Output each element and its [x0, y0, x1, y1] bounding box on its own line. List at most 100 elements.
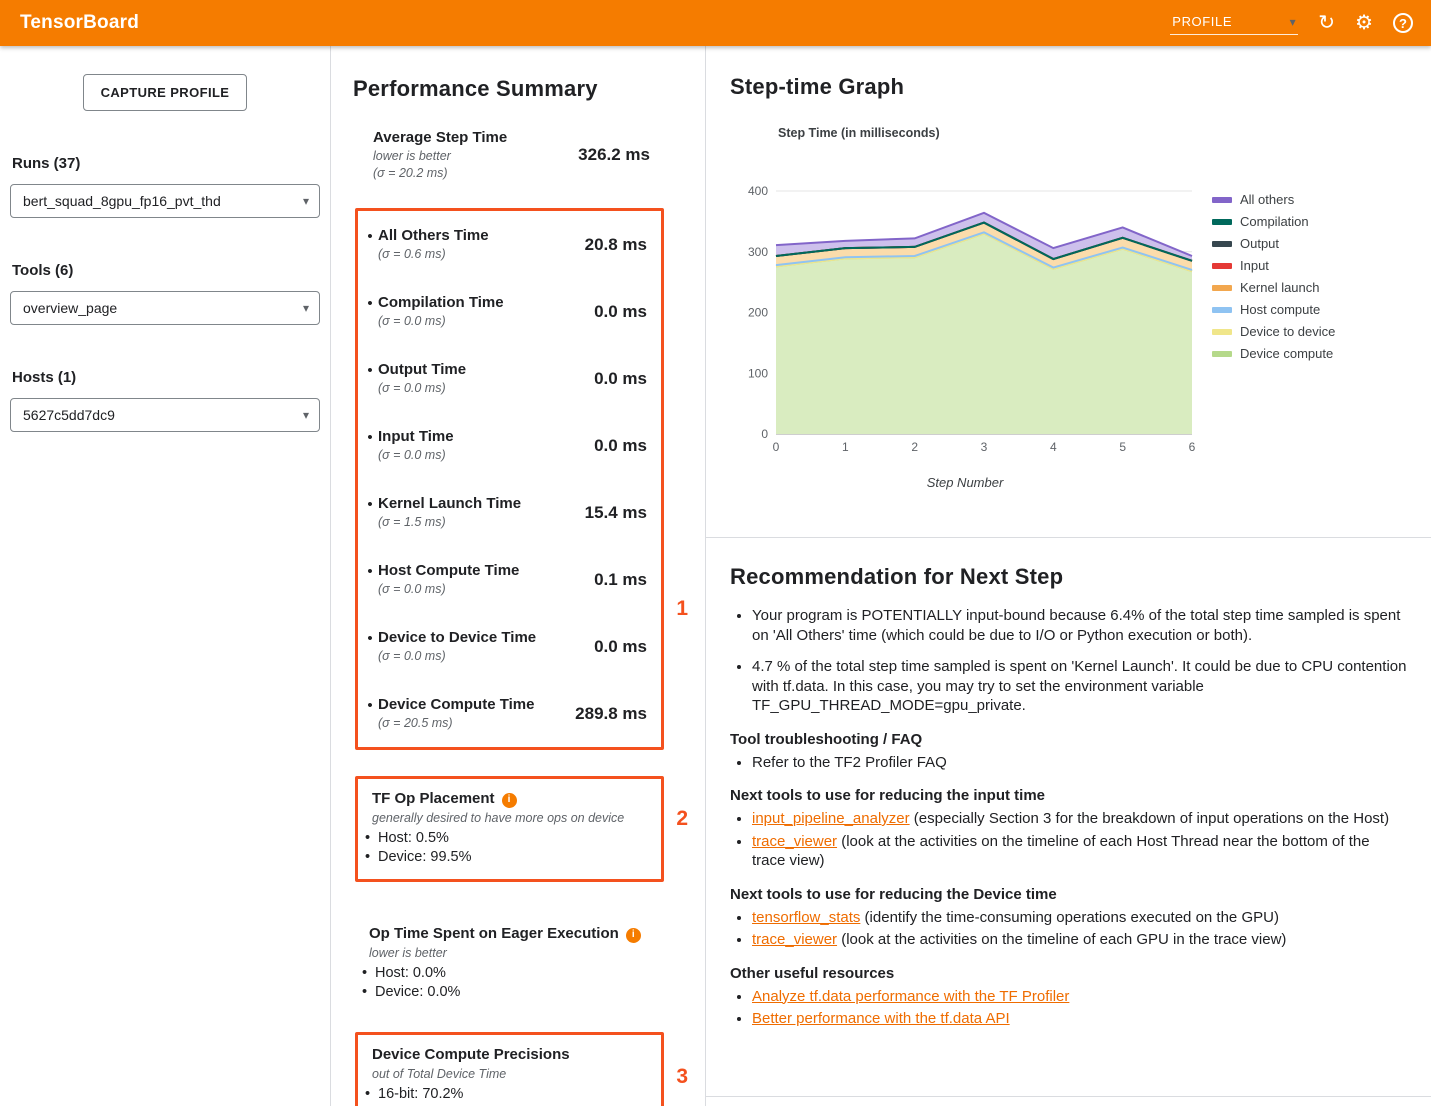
metric-sigma: (σ = 1.5 ms) [378, 514, 585, 531]
metric-value: 0.0 ms [594, 637, 647, 657]
recommendation-link[interactable]: trace_viewer [752, 931, 837, 948]
app-header: TensorBoard PROFILE ▾ ↻ ⚙ ? [0, 0, 1431, 46]
step-time-graph-title: Step-time Graph [730, 74, 1407, 100]
bullet-icon: • [362, 360, 378, 379]
performance-summary-title: Performance Summary [353, 76, 705, 102]
legend-swatch-icon [1212, 351, 1232, 357]
metric-sigma: (σ = 20.2 ms) [373, 165, 578, 182]
metric-row: •Device Compute Time(σ = 20.5 ms)289.8 m… [358, 680, 661, 747]
annotation-box-2: TF Op Placementi generally desired to ha… [355, 776, 664, 882]
recommendation-link[interactable]: Analyze tf.data performance with the TF … [752, 988, 1069, 1005]
hosts-dropdown[interactable]: 5627c5dd7dc9 ▾ [10, 398, 320, 432]
capture-profile-button[interactable]: CAPTURE PROFILE [83, 74, 248, 111]
metric-row: •Compilation Time(σ = 0.0 ms)0.0 ms [358, 278, 661, 345]
metric-row: •Kernel Launch Time(σ = 1.5 ms)15.4 ms [358, 479, 661, 546]
metric-value: 0.0 ms [594, 436, 647, 456]
block-title: Device Compute Precisions [362, 1045, 647, 1065]
legend-swatch-icon [1212, 329, 1232, 335]
recommendation-bullet: Analyze tf.data performance with the TF … [752, 987, 1407, 1007]
svg-text:300: 300 [748, 245, 768, 259]
step-time-graph-section: Step-time Graph Step Time (in millisecon… [706, 46, 1431, 538]
metric-sigma: (σ = 0.0 ms) [378, 648, 594, 665]
recommendation-list: Your program is POTENTIALLY input-bound … [730, 606, 1407, 716]
recommendation-bullet: Your program is POTENTIALLY input-bound … [752, 606, 1407, 645]
recommendation-link[interactable]: input_pipeline_analyzer [752, 810, 910, 827]
stat-item: Host: 0.5% [362, 829, 647, 848]
bullet-icon: • [362, 293, 378, 312]
legend-label: Kernel launch [1240, 280, 1320, 295]
stat-list: 16-bit: 70.2%32-bit: 29.8% [362, 1085, 647, 1106]
metric-row: •Host Compute Time(σ = 0.0 ms)0.1 ms [358, 546, 661, 613]
legend-swatch-icon [1212, 241, 1232, 247]
tools-label: Tools (6) [12, 262, 318, 279]
legend-swatch-icon [1212, 263, 1232, 269]
annotation-number-1: 1 [676, 597, 688, 621]
metric-title: Input Time [378, 427, 594, 447]
annotation-number-2: 2 [676, 807, 688, 831]
chevron-down-icon: ▾ [303, 408, 309, 422]
metric-title: Host Compute Time [378, 561, 594, 581]
svg-text:0: 0 [761, 427, 768, 441]
step-time-chart: 01002003004000123456 [730, 146, 1200, 456]
info-icon[interactable]: i [626, 928, 641, 943]
eager-execution-block: Op Time Spent on Eager Executioni lower … [355, 914, 664, 1014]
runs-label: Runs (37) [12, 155, 318, 172]
hosts-dropdown-value: 5627c5dd7dc9 [23, 407, 115, 423]
metric-title: Output Time [378, 360, 594, 380]
svg-text:400: 400 [748, 184, 768, 198]
annotation-box-3: Device Compute Precisions out of Total D… [355, 1032, 664, 1106]
help-icon[interactable]: ? [1393, 13, 1413, 33]
legend-item: Device to device [1212, 324, 1335, 339]
metric-sigma: (σ = 0.0 ms) [378, 581, 594, 598]
metric-title: Kernel Launch Time [378, 494, 585, 514]
svg-text:4: 4 [1050, 440, 1057, 454]
recommendation-link[interactable]: Better performance with the tf.data API [752, 1010, 1010, 1027]
recommendation-section-heading: Tool troubleshooting / FAQ [730, 731, 1407, 748]
bullet-icon: • [362, 427, 378, 446]
metric-value: 0.0 ms [594, 369, 647, 389]
runs-dropdown[interactable]: bert_squad_8gpu_fp16_pvt_thd ▾ [10, 184, 320, 218]
block-subtitle: lower is better [359, 945, 650, 962]
recommendation-link[interactable]: trace_viewer [752, 833, 837, 850]
recommendation-list: Analyze tf.data performance with the TF … [730, 987, 1407, 1029]
legend-label: Input [1240, 258, 1269, 273]
legend-label: Device compute [1240, 346, 1333, 361]
metric-title: Device to Device Time [378, 628, 594, 648]
legend-item: Compilation [1212, 214, 1335, 229]
legend-label: Compilation [1240, 214, 1309, 229]
metric-value: 0.1 ms [594, 570, 647, 590]
stat-list: Host: 0.0%Device: 0.0% [359, 964, 650, 1002]
tools-dropdown-value: overview_page [23, 300, 117, 316]
info-icon[interactable]: i [502, 793, 517, 808]
recommendation-list: tensorflow_stats (identify the time-cons… [730, 908, 1407, 950]
metric-title: All Others Time [378, 226, 585, 246]
legend-item: Input [1212, 258, 1335, 273]
metric-sigma: (σ = 20.5 ms) [378, 715, 575, 732]
stat-item: Host: 0.0% [359, 964, 650, 983]
block-title: Op Time Spent on Eager Executioni [359, 924, 650, 944]
legend-swatch-icon [1212, 307, 1232, 313]
reload-icon[interactable]: ↻ [1318, 13, 1335, 33]
x-axis-label: Step Number [730, 475, 1200, 490]
legend-label: Host compute [1240, 302, 1320, 317]
stat-item: Device: 0.0% [359, 983, 650, 1002]
svg-text:0: 0 [773, 440, 780, 454]
tools-dropdown[interactable]: overview_page ▾ [10, 291, 320, 325]
chevron-down-icon: ▾ [1290, 15, 1297, 29]
metric-title: Average Step Time [373, 128, 578, 148]
recommendation-section-heading: Next tools to use for reducing the Devic… [730, 886, 1407, 903]
recommendation-bullet: tensorflow_stats (identify the time-cons… [752, 908, 1407, 928]
legend-item: All others [1212, 192, 1335, 207]
device-compute-precisions-block: Device Compute Precisions out of Total D… [358, 1035, 661, 1106]
dashboard-selector[interactable]: PROFILE ▾ [1170, 11, 1298, 35]
legend-swatch-icon [1212, 197, 1232, 203]
metric-title: Device Compute Time [378, 695, 575, 715]
svg-text:5: 5 [1119, 440, 1126, 454]
recommendation-link[interactable]: tensorflow_stats [752, 909, 860, 926]
chevron-down-icon: ▾ [303, 301, 309, 315]
metric-title: Compilation Time [378, 293, 594, 313]
svg-text:3: 3 [981, 440, 988, 454]
gear-icon[interactable]: ⚙ [1355, 13, 1373, 33]
sidebar: CAPTURE PROFILE Runs (37) bert_squad_8gp… [0, 46, 331, 1106]
hosts-label: Hosts (1) [12, 369, 318, 386]
